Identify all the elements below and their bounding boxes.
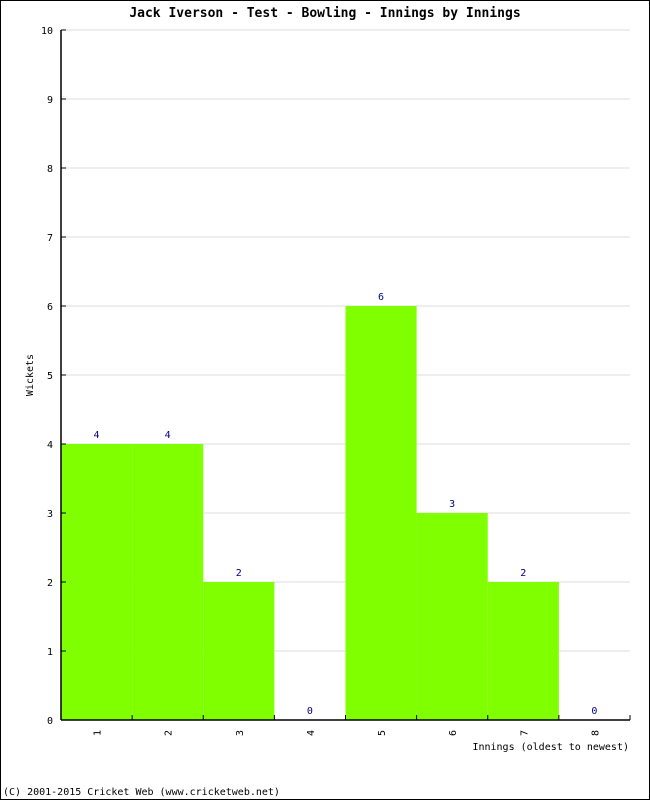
y-tick-label: 0 (47, 716, 53, 727)
bar-chart: Jack Iverson - Test - Bowling - Innings … (3, 6, 631, 798)
y-tick-label: 8 (47, 164, 53, 175)
x-tick-label: 2 (164, 730, 175, 736)
data-label: 4 (165, 430, 171, 441)
y-tick-label: 9 (47, 95, 53, 106)
data-label: 4 (94, 430, 100, 441)
bar (416, 513, 488, 720)
y-tick-label: 6 (47, 302, 53, 313)
copyright-footer: (C) 2001-2015 Cricket Web (www.cricketwe… (3, 787, 280, 798)
y-tick-label: 10 (41, 26, 53, 37)
chart-title: Jack Iverson - Test - Bowling - Innings … (129, 6, 520, 21)
data-label: 2 (236, 568, 242, 579)
bar (487, 582, 559, 720)
y-tick-label: 4 (47, 440, 53, 451)
y-tick-labels: 0 1 2 3 4 5 6 7 8 9 10 (41, 26, 53, 727)
y-tick-label: 3 (47, 509, 53, 520)
y-tick-label: 7 (47, 233, 53, 244)
y-axis-label: Wickets (25, 354, 36, 396)
bar (132, 444, 204, 720)
data-label: 3 (449, 499, 455, 510)
y-tick-label: 1 (47, 647, 53, 658)
data-label: 0 (307, 706, 313, 717)
x-axis-label: Innings (oldest to newest) (472, 742, 629, 753)
x-tick-label: 8 (590, 730, 601, 736)
data-label: 0 (591, 706, 597, 717)
y-tick-label: 5 (47, 371, 53, 382)
bar (61, 444, 133, 720)
x-tick-label: 4 (306, 730, 317, 736)
y-tick-label: 2 (47, 578, 53, 589)
x-tick-label: 5 (377, 730, 388, 736)
x-tick-label: 1 (93, 730, 104, 736)
x-tick-label: 3 (235, 730, 246, 736)
bar (203, 582, 275, 720)
data-label: 2 (520, 568, 526, 579)
x-tick-labels: 1 2 3 4 5 6 7 8 (93, 730, 602, 736)
bar (345, 306, 417, 720)
x-tick-label: 6 (448, 730, 459, 736)
data-label: 6 (378, 292, 384, 303)
x-tick-label: 7 (519, 730, 530, 736)
